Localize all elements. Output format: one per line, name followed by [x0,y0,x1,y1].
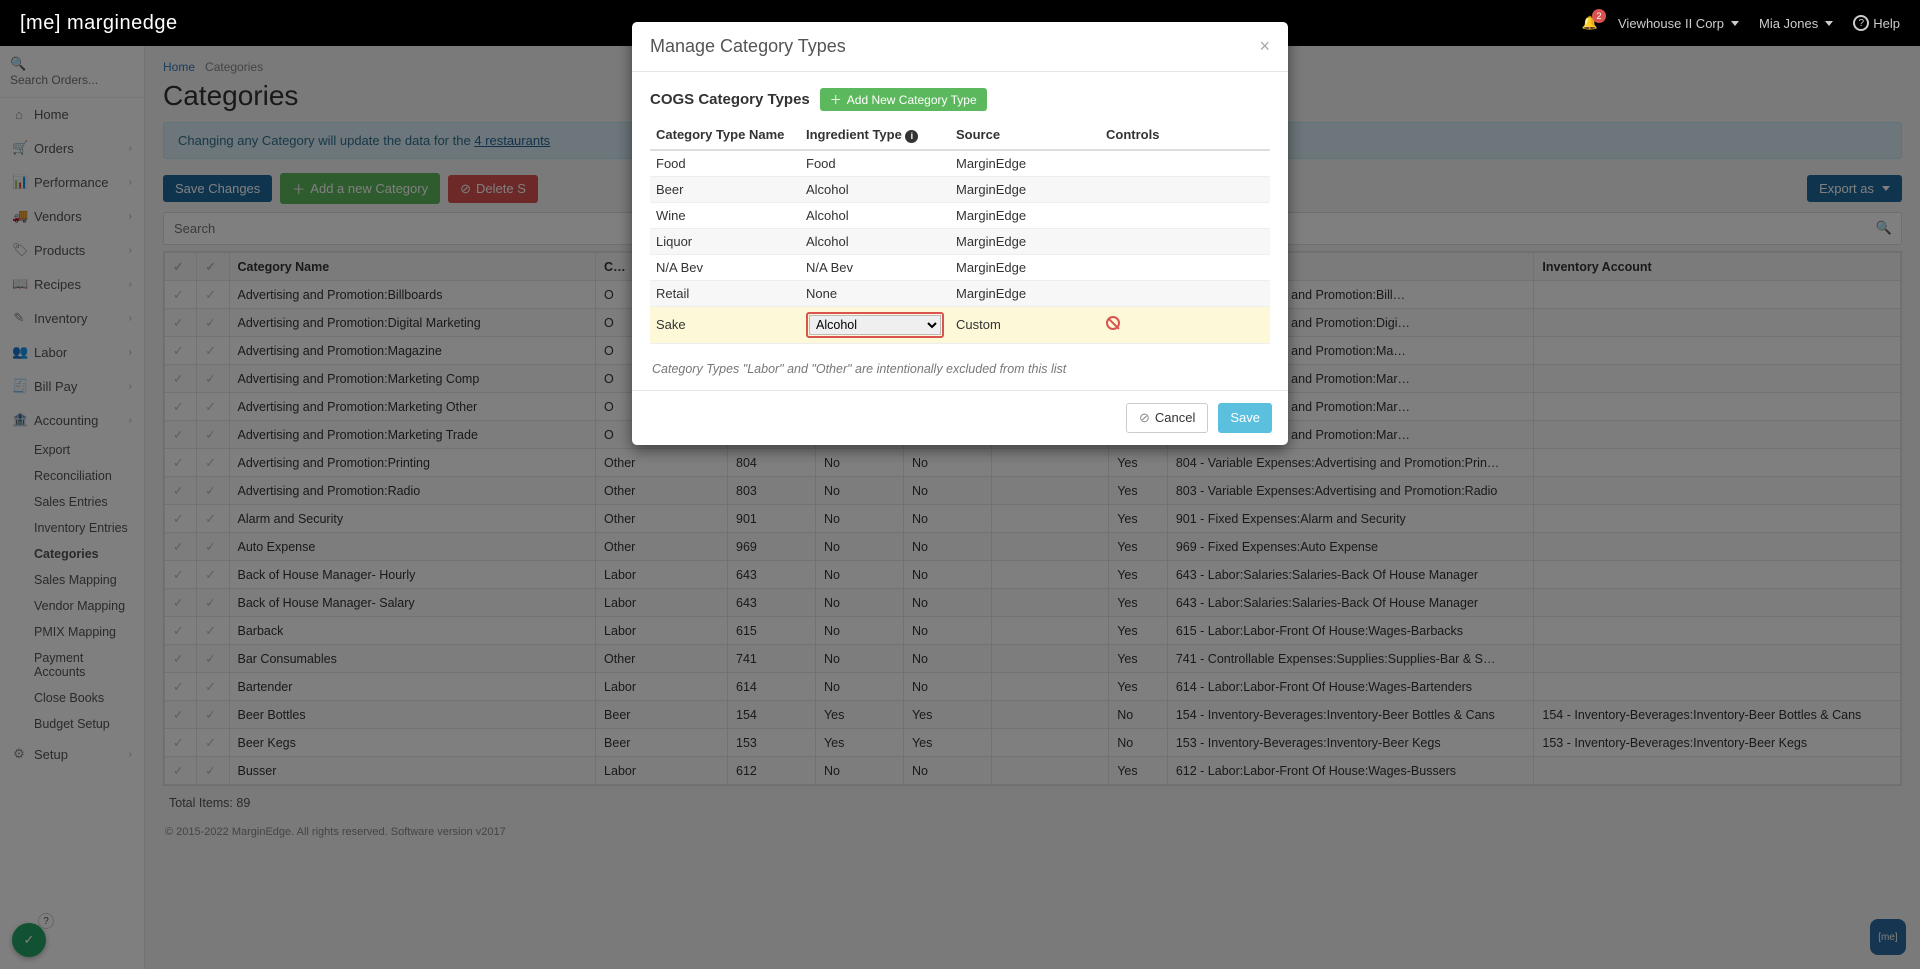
ct-ingredient: Alcohol [800,176,950,202]
add-ct-label: Add New Category Type [847,93,977,107]
company-switcher[interactable]: Viewhouse II Corp [1618,16,1739,31]
ct-name: N/A Bev [650,254,800,280]
ct-ingredient: None [800,280,950,306]
ct-controls [1100,280,1270,306]
ct-ingredient: N/A Bev [800,254,950,280]
ct-name: Liquor [650,228,800,254]
ct-ingredient: Alcohol [800,228,950,254]
ct-row-editing: Sake Alcohol Custom [650,306,1270,343]
info-icon[interactable]: i [905,130,918,143]
manage-category-types-modal: Manage Category Types × COGS Category Ty… [632,22,1288,445]
ct-source: Custom [950,306,1100,343]
help-link[interactable]: ? Help [1853,15,1900,31]
notif-badge: 2 [1592,9,1606,23]
ct-name: Sake [650,306,800,343]
category-types-table: Category Type NameIngredient Type iSourc… [650,121,1270,344]
help-icon: ? [1853,15,1869,31]
ct-source: MarginEdge [950,176,1100,202]
ct-source: MarginEdge [950,202,1100,228]
ct-source: MarginEdge [950,280,1100,306]
modal-title: Manage Category Types [650,36,846,57]
plus-icon: ＋ [830,91,842,108]
ct-row: LiquorAlcoholMarginEdge [650,228,1270,254]
ct-controls [1100,306,1270,343]
cancel-label: Cancel [1155,410,1195,425]
ingredient-select-wrap: Alcohol [806,312,944,338]
company-label: Viewhouse II Corp [1618,16,1724,31]
ct-name: Wine [650,202,800,228]
ct-name: Beer [650,176,800,202]
logo: [me] marginedge [20,12,178,35]
user-menu[interactable]: Mia Jones [1759,16,1833,31]
chevron-down-icon [1825,21,1833,26]
ban-icon: ⊘ [1139,410,1150,426]
ct-controls [1100,228,1270,254]
ct-source: MarginEdge [950,228,1100,254]
modal-col-header: Controls [1100,121,1270,150]
ct-row: WineAlcoholMarginEdge [650,202,1270,228]
ct-row: N/A BevN/A BevMarginEdge [650,254,1270,280]
modal-col-header: Ingredient Type i [800,121,950,150]
modal-note: Category Types "Labor" and "Other" are i… [650,344,1270,382]
modal-col-header: Category Type Name [650,121,800,150]
chevron-down-icon [1731,21,1739,26]
save-button[interactable]: Save [1218,403,1272,433]
ct-row: RetailNoneMarginEdge [650,280,1270,306]
help-label: Help [1873,16,1900,31]
cancel-button[interactable]: ⊘ Cancel [1126,403,1208,433]
add-category-type-button[interactable]: ＋ Add New Category Type [820,88,987,111]
ingredient-type-select[interactable]: Alcohol [809,315,941,335]
ct-row: FoodFoodMarginEdge [650,150,1270,177]
ct-ingredient: Alcohol [800,202,950,228]
user-label: Mia Jones [1759,16,1818,31]
ct-name: Food [650,150,800,177]
ct-controls [1100,150,1270,177]
ct-controls [1100,254,1270,280]
ct-name: Retail [650,280,800,306]
ct-row: BeerAlcoholMarginEdge [650,176,1270,202]
modal-col-header: Source [950,121,1100,150]
ct-controls [1100,202,1270,228]
modal-subtitle: COGS Category Types [650,91,810,108]
close-icon[interactable]: × [1259,36,1270,57]
ct-ingredient: Food [800,150,950,177]
ct-source: MarginEdge [950,254,1100,280]
ct-controls [1100,176,1270,202]
ct-source: MarginEdge [950,150,1100,177]
notifications-bell[interactable]: 🔔 2 [1582,15,1598,31]
delete-row-icon[interactable] [1106,316,1120,330]
